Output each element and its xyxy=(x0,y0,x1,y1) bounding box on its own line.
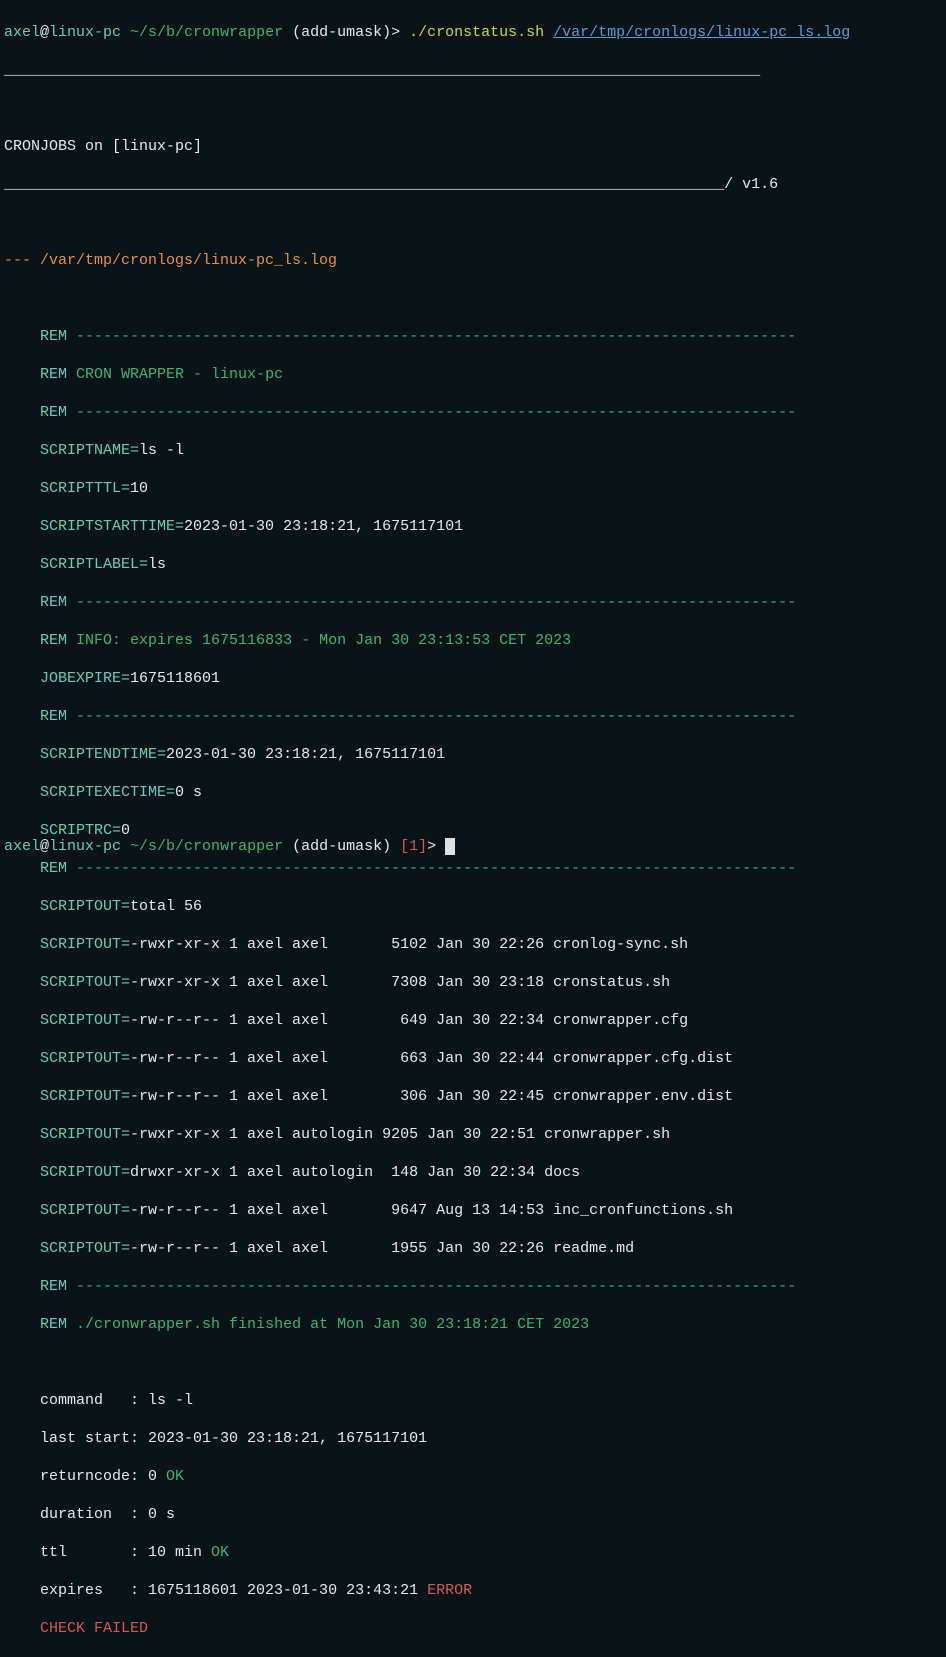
blank-line xyxy=(4,213,942,232)
prompt-path: ~/s/b/cronwrapper xyxy=(121,838,283,855)
prompt-user: axel xyxy=(4,24,40,41)
blank-line xyxy=(4,99,942,118)
command-text: ./cronstatus.sh xyxy=(400,24,553,41)
scriptout-row: SCRIPTOUT=-rw-r--r-- 1 axel axel 663 Jan… xyxy=(4,1049,942,1068)
scriptout-total: SCRIPTOUT=total 56 xyxy=(4,897,942,916)
cursor-icon xyxy=(445,838,455,855)
rem-wrapper-title: REM CRON WRAPPER - linux-pc xyxy=(4,365,942,384)
rem-divider: REM ------------------------------------… xyxy=(4,403,942,422)
prompt-host: linux-pc xyxy=(49,838,121,855)
rem-divider: REM ------------------------------------… xyxy=(4,327,942,346)
prompt-line-2[interactable]: axel@linux-pc ~/s/b/cronwrapper (add-uma… xyxy=(4,837,455,856)
rem-divider: REM ------------------------------------… xyxy=(4,593,942,612)
summary-command: command : ls -l xyxy=(4,1391,942,1410)
prompt-host: linux-pc xyxy=(49,24,121,41)
scriptout-row: SCRIPTOUT=-rwxr-xr-x 1 axel axel 7308 Ja… xyxy=(4,973,942,992)
logfile-path: --- /var/tmp/cronlogs/linux-pc_ls.log xyxy=(4,251,942,270)
summary-expires: expires : 1675118601 2023-01-30 23:43:21… xyxy=(4,1581,942,1600)
summary-duration: duration : 0 s xyxy=(4,1505,942,1524)
scriptout-row: SCRIPTOUT=-rw-r--r-- 1 axel axel 306 Jan… xyxy=(4,1087,942,1106)
summary-laststart: last start: 2023-01-30 23:18:21, 1675117… xyxy=(4,1429,942,1448)
scriptout-row: SCRIPTOUT=-rwxr-xr-x 1 axel axel 5102 Ja… xyxy=(4,935,942,954)
scriptout-row: SCRIPTOUT=-rw-r--r-- 1 axel axel 9647 Au… xyxy=(4,1201,942,1220)
summary-ttl: ttl : 10 min OK xyxy=(4,1543,942,1562)
scriptout-row: SCRIPTOUT=drwxr-xr-x 1 axel autologin 14… xyxy=(4,1163,942,1182)
prompt-path: ~/s/b/cronwrapper xyxy=(121,24,283,41)
blank-line xyxy=(4,1353,942,1372)
divider-top: ________________________________________… xyxy=(4,61,942,80)
summary-returncode: returncode: 0 OK xyxy=(4,1467,942,1486)
summary-checkfailed: CHECK FAILED xyxy=(4,1619,942,1638)
prompt-branch: (add-umask) xyxy=(283,24,391,41)
prompt-line-1: axel@linux-pc ~/s/b/cronwrapper (add-uma… xyxy=(4,23,942,42)
command-arg: /var/tmp/cronlogs/linux-pc_ls.log xyxy=(553,24,850,41)
scriptname-row: SCRIPTNAME=ls -l xyxy=(4,441,942,460)
prompt-branch: (add-umask) xyxy=(283,838,391,855)
rem-divider: REM ------------------------------------… xyxy=(4,707,942,726)
jobexpire-row: JOBEXPIRE=1675118601 xyxy=(4,669,942,688)
scriptout-row: SCRIPTOUT=-rw-r--r-- 1 axel axel 1955 Ja… xyxy=(4,1239,942,1258)
prompt-user: axel xyxy=(4,838,40,855)
prompt-exit-status: [1] xyxy=(391,838,427,855)
blank-line xyxy=(4,289,942,308)
scriptlabel-row: SCRIPTLABEL=ls xyxy=(4,555,942,574)
terminal-output[interactable]: axel@linux-pc ~/s/b/cronwrapper (add-uma… xyxy=(4,4,942,1657)
cronjobs-header: CRONJOBS on [linux-pc] xyxy=(4,137,942,156)
rem-divider: REM ------------------------------------… xyxy=(4,1277,942,1296)
divider-version: ________________________________________… xyxy=(4,175,942,194)
scriptout-row: SCRIPTOUT=-rw-r--r-- 1 axel axel 649 Jan… xyxy=(4,1011,942,1030)
scriptttl-row: SCRIPTTTL=10 xyxy=(4,479,942,498)
scriptout-row: SCRIPTOUT=-rwxr-xr-x 1 axel autologin 92… xyxy=(4,1125,942,1144)
rem-finished: REM ./cronwrapper.sh finished at Mon Jan… xyxy=(4,1315,942,1334)
scriptstarttime-row: SCRIPTSTARTTIME=2023-01-30 23:18:21, 167… xyxy=(4,517,942,536)
scriptendtime-row: SCRIPTENDTIME=2023-01-30 23:18:21, 16751… xyxy=(4,745,942,764)
rem-divider: REM ------------------------------------… xyxy=(4,859,942,878)
scriptexectime-row: SCRIPTEXECTIME=0 s xyxy=(4,783,942,802)
rem-info: REM INFO: expires 1675116833 - Mon Jan 3… xyxy=(4,631,942,650)
